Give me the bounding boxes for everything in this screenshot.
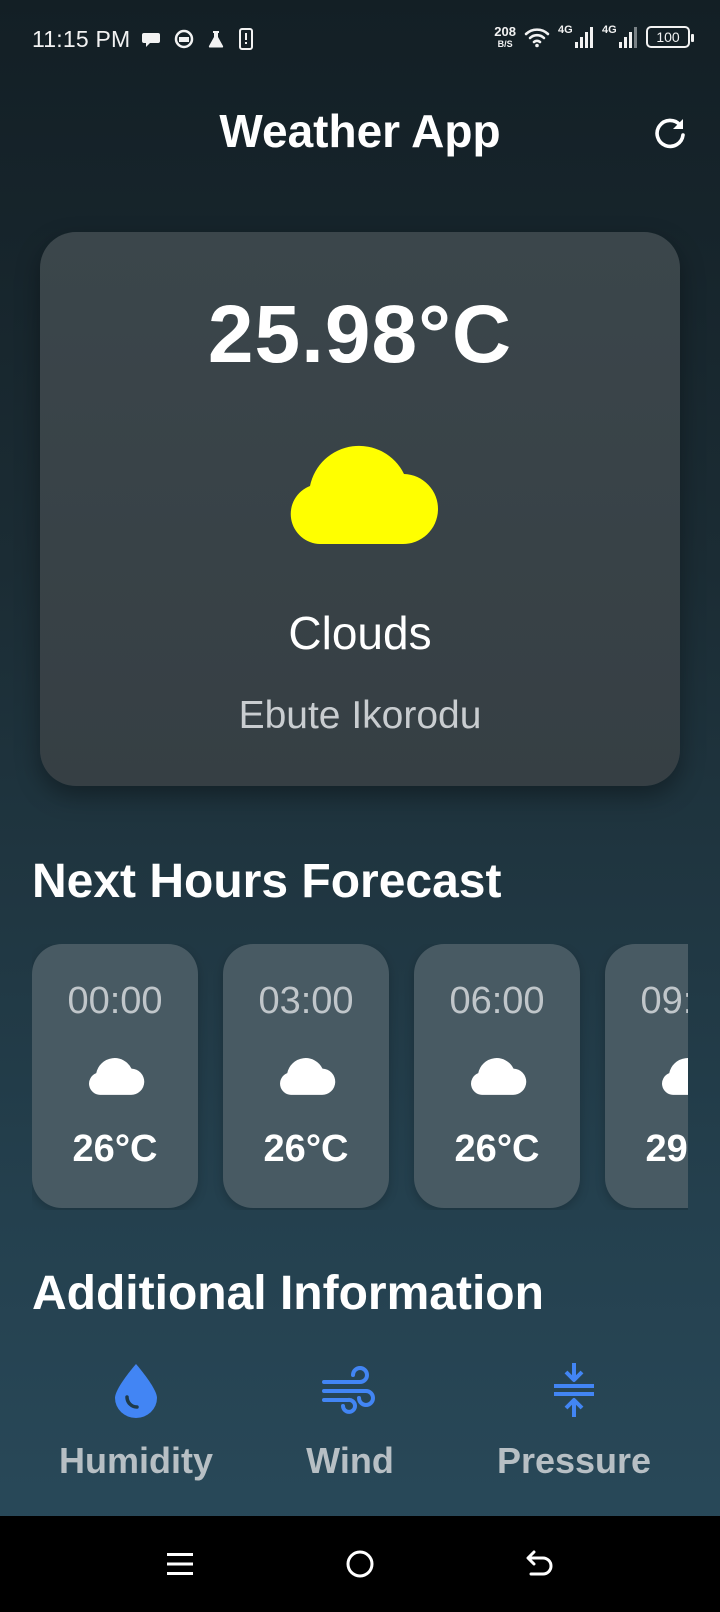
pressure-label: Pressure — [496, 1440, 652, 1481]
signal-icon — [619, 27, 637, 48]
pressure-info: Pressure — [474, 1360, 674, 1482]
forecast-section-title: Next Hours Forecast — [32, 855, 502, 908]
pressure-icon — [554, 1363, 594, 1417]
wind-icon — [322, 1366, 375, 1414]
forecast-temp: 26°C — [454, 1128, 540, 1170]
menu-button[interactable] — [160, 1544, 200, 1584]
forecast-item: 06:00 26°C — [414, 944, 580, 1208]
location-name: Ebute Ikorodu — [238, 694, 482, 737]
wifi-icon — [524, 28, 550, 48]
water-drop-icon — [115, 1364, 157, 1418]
page-title: Weather App — [219, 105, 501, 157]
forecast-time: 03:00 — [258, 980, 354, 1022]
net-speed: 208 B/S — [494, 25, 516, 49]
sim2-signal: 4G — [602, 24, 638, 50]
signal-icon — [575, 27, 593, 48]
cloud-icon — [662, 1058, 688, 1095]
forecast-temp: 26°C — [263, 1128, 349, 1170]
forecast-time: 06:00 — [449, 980, 545, 1022]
notification-icons — [142, 28, 254, 50]
forecast-time: 09:00 — [640, 980, 688, 1022]
forecast-list[interactable]: 00:00 26°C 03:00 26°C 06:00 26°C 09:00 2… — [32, 944, 688, 1210]
phone-alert-icon — [239, 28, 253, 50]
forecast-temp: 26°C — [72, 1128, 158, 1170]
status-right: 208 B/S 4G 4G 100 — [494, 24, 694, 50]
back-icon — [526, 1550, 553, 1576]
cloud-icon — [290, 445, 439, 545]
forecast-item: 00:00 26°C — [32, 944, 198, 1208]
net-speed-value: 208 — [494, 24, 516, 39]
refresh-icon — [655, 118, 685, 149]
home-icon — [346, 1550, 374, 1578]
back-button[interactable] — [520, 1544, 560, 1584]
weather-condition: Clouds — [288, 607, 432, 659]
forecast-time: 00:00 — [67, 980, 163, 1022]
forecast-temp: 29°C — [645, 1128, 688, 1170]
wind-label: Wind — [306, 1440, 394, 1481]
cloud-icon — [89, 1058, 145, 1095]
current-weather-card: 25.98°C Clouds Ebute Ikorodu — [40, 232, 680, 786]
system-nav-bar — [0, 1516, 720, 1612]
menu-icon — [167, 1553, 193, 1575]
sim1-signal: 4G — [558, 24, 594, 50]
sim1-label: 4G — [558, 24, 573, 36]
flask-icon — [208, 31, 224, 48]
refresh-button[interactable] — [650, 114, 690, 154]
additional-info-title: Additional Information — [32, 1267, 544, 1320]
wind-info: Wind — [250, 1360, 450, 1482]
current-temperature: 25.98°C — [207, 289, 513, 380]
battery-icon: 100 — [646, 26, 694, 48]
forecast-item: 03:00 26°C — [223, 944, 389, 1208]
net-speed-unit: B/S — [497, 39, 513, 49]
sim2-label: 4G — [602, 24, 617, 36]
forecast-item: 09:00 29°C — [605, 944, 688, 1208]
humidity-label: Humidity — [58, 1440, 213, 1481]
cloud-icon — [280, 1058, 336, 1095]
chat-bubble-icon — [142, 33, 160, 47]
home-button[interactable] — [340, 1544, 380, 1584]
battery-level: 100 — [656, 29, 680, 45]
face-icon — [174, 29, 194, 49]
status-bar: 11:15 PM 208 B/S 4G 4G 100 — [0, 0, 720, 80]
cloud-icon — [471, 1058, 527, 1095]
humidity-info: Humidity — [36, 1360, 236, 1482]
status-time: 11:15 PM — [32, 26, 131, 52]
